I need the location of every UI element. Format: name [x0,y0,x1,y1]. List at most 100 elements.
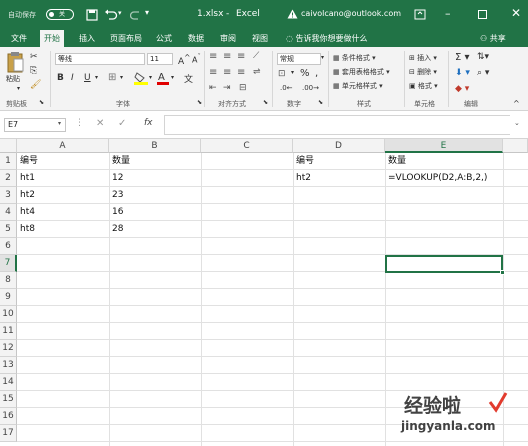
row-header[interactable]: 2 [0,170,17,187]
row-header[interactable]: 11 [0,323,17,340]
row-header[interactable]: 4 [0,204,17,221]
tab-home[interactable]: 开始 [40,30,64,47]
account-email[interactable]: caivolcano@outlook.com [301,9,401,18]
insert-cells-button[interactable]: ⊞ 插入 ▾ [409,53,437,63]
find-select-icon[interactable]: ⌕ ▾ [477,68,489,78]
clear-icon[interactable]: ◆ ▾ [455,84,469,94]
row-header[interactable]: 8 [0,272,17,289]
increase-decimal-icon[interactable]: .0← [280,84,293,92]
font-size-box[interactable]: 11 [147,53,173,65]
align-middle-icon[interactable]: ≡ [223,51,231,62]
format-painter-icon[interactable]: 🖌 [30,80,41,90]
comma-style-icon[interactable]: , [315,68,318,79]
borders-dropdown-icon[interactable]: ▾ [120,74,123,81]
row-header[interactable]: 15 [0,391,17,408]
alignment-launcher-icon[interactable]: ⬊ [263,99,268,106]
align-right-icon[interactable]: ≡ [237,67,245,78]
italic-icon[interactable]: I [71,73,74,83]
cell-e1[interactable]: 数量 [385,153,406,170]
cell-a5[interactable]: ht8 [17,221,35,238]
spreadsheet-grid[interactable]: A B C D E 1 2 3 4 5 6 7 8 9 10 11 12 13 14 15 16 17 编号 数… [0,139,528,446]
align-bottom-icon[interactable]: ≡ [237,51,245,62]
align-left-icon[interactable]: ≡ [209,67,217,78]
quick-access-more-icon[interactable]: ▾ [145,8,149,17]
tab-file[interactable]: 文件 [7,30,31,47]
conditional-format-button[interactable]: ▦ 条件格式 ▾ [333,53,376,63]
cell-e2[interactable]: =VLOOKUP(D2,A:B,2,) [385,170,487,187]
wrap-text-icon[interactable]: ⇌ [253,67,261,77]
row-header[interactable]: 12 [0,340,17,357]
font-color-dropdown-icon[interactable]: ▾ [171,74,174,81]
column-header-f[interactable] [503,139,528,153]
increase-font-icon[interactable]: A^ [178,53,190,67]
maximize-icon[interactable] [478,10,487,19]
cut-icon[interactable]: ✂ [30,52,38,62]
cell-b3[interactable]: 23 [109,187,123,204]
underline-dropdown-icon[interactable]: ▾ [95,74,98,81]
active-cell-e7[interactable] [385,255,505,275]
orientation-icon[interactable]: ⟋ [253,51,259,61]
tab-review[interactable]: 审阅 [216,30,240,47]
decrease-font-icon[interactable]: Aˇ [192,53,201,65]
align-center-icon[interactable]: ≡ [223,67,231,78]
bold-icon[interactable]: B [57,73,64,83]
expand-formula-bar-icon[interactable]: ⌄ [514,119,520,127]
merge-center-icon[interactable]: ⊟ [239,83,247,93]
row-header[interactable]: 13 [0,357,17,374]
tab-insert[interactable]: 插入 [75,30,99,47]
decrease-decimal-icon[interactable]: .00→ [302,84,319,92]
row-header[interactable]: 3 [0,187,17,204]
number-format-box[interactable]: 常规 [277,53,321,65]
share-button[interactable]: ⚇ 共享 [476,30,510,47]
formula-input[interactable] [164,115,510,135]
align-top-icon[interactable]: ≡ [209,51,217,62]
confirm-entry-icon[interactable]: ✓ [118,118,126,129]
autosum-icon[interactable]: Σ ▾ [455,52,470,63]
tab-view[interactable]: 视图 [248,30,272,47]
underline-icon[interactable]: U [84,73,91,83]
accounting-format-icon[interactable]: ⊡ [278,69,286,79]
cell-d1[interactable]: 编号 [293,153,314,170]
copy-icon[interactable]: ⎘ [30,66,37,76]
autosave-toggle[interactable]: 关 [46,9,74,20]
number-format-dropdown-icon[interactable]: ▾ [321,54,324,61]
more-options-icon[interactable]: ⋮ [75,118,84,128]
column-header-b[interactable]: B [109,139,201,153]
fill-handle[interactable] [500,270,505,275]
paste-dropdown-icon[interactable]: ▾ [17,85,20,92]
column-header-c[interactable]: C [201,139,293,153]
collapse-ribbon-icon[interactable]: ^ [513,99,520,108]
minimize-icon[interactable]: – [445,7,451,20]
row-header[interactable]: 6 [0,238,17,255]
column-header-d[interactable]: D [293,139,385,153]
row-header[interactable]: 5 [0,221,17,238]
name-box[interactable]: E7 [4,118,66,132]
save-icon[interactable] [86,9,98,21]
accounting-dropdown-icon[interactable]: ▾ [291,69,294,76]
number-launcher-icon[interactable]: ⬊ [318,99,323,106]
fill-color-icon[interactable] [134,71,148,85]
row-header[interactable]: 9 [0,289,17,306]
fill-color-dropdown-icon[interactable]: ▾ [149,74,152,81]
phonetic-icon[interactable]: 文 [184,72,193,85]
column-header-a[interactable]: A [17,139,109,153]
tab-data[interactable]: 数据 [184,30,208,47]
cell-b2[interactable]: 12 [109,170,123,187]
paste-label[interactable]: 粘贴 [6,74,20,84]
font-name-box[interactable]: 等线 [55,53,145,65]
undo-dropdown-icon[interactable]: ▾ [118,9,122,17]
paste-icon[interactable] [6,51,24,73]
name-box-dropdown-icon[interactable]: ▾ [58,120,61,127]
tab-formulas[interactable]: 公式 [152,30,176,47]
font-color-icon[interactable]: A [157,71,169,85]
delete-cells-button[interactable]: ⊟ 删除 ▾ [409,67,437,77]
undo-icon[interactable] [104,9,118,21]
format-as-table-button[interactable]: ▦ 套用表格格式 ▾ [333,67,390,77]
row-header[interactable]: 14 [0,374,17,391]
clipboard-launcher-icon[interactable]: ⬊ [39,99,44,106]
percent-icon[interactable]: % [300,68,310,79]
redo-icon[interactable] [130,9,142,21]
tab-page-layout[interactable]: 页面布局 [106,30,146,47]
close-icon[interactable]: ✕ [511,6,521,20]
row-header[interactable]: 16 [0,408,17,425]
